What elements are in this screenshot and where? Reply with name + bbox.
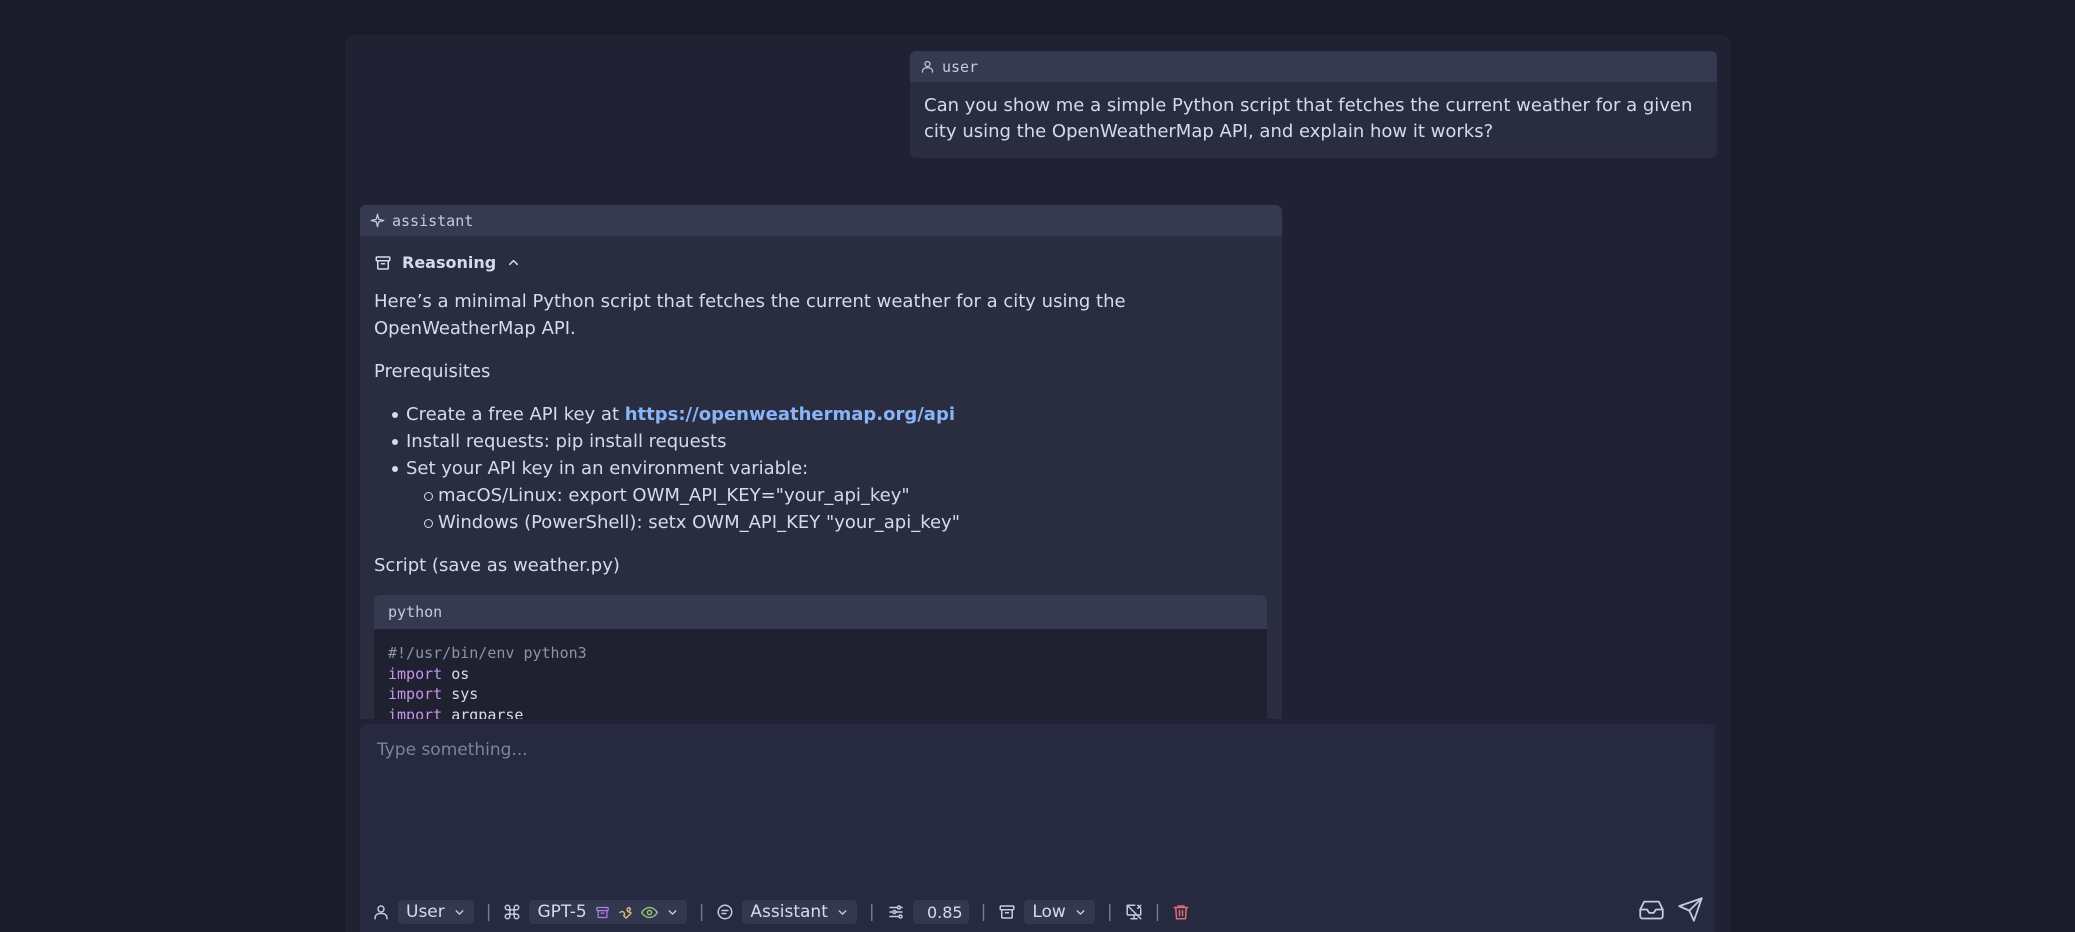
divider: | bbox=[1106, 902, 1113, 922]
reasoning-label: Reasoning bbox=[402, 253, 497, 272]
divider: | bbox=[980, 902, 987, 922]
user-icon bbox=[374, 905, 388, 920]
wrench-icon bbox=[618, 906, 632, 919]
code-line: import argparse bbox=[388, 705, 1253, 720]
archive-icon bbox=[595, 906, 609, 918]
message-list[interactable]: user Can you show me a simple Python scr… bbox=[345, 35, 1730, 719]
role-select[interactable]: User bbox=[398, 900, 474, 924]
assistant-message: assistant Reasoning Here’s a minimal Pyt… bbox=[360, 205, 1282, 719]
code-keyword: import bbox=[388, 685, 443, 703]
persona-select-value: Assistant bbox=[750, 902, 828, 922]
composer: User | GPT-5 | Assistant | 0.85 | Low bbox=[360, 724, 1715, 932]
temperature-value: 0.85 bbox=[926, 902, 963, 922]
user-message-text: Can you show me a simple Python script t… bbox=[924, 95, 1693, 142]
prerequisites-list: Create a free API key at https://openwea… bbox=[374, 401, 1268, 536]
assistant-intro: Here’s a minimal Python script that fetc… bbox=[374, 291, 1126, 339]
reasoning-effort-value: Low bbox=[1032, 902, 1066, 922]
send-icon[interactable] bbox=[1677, 896, 1704, 923]
bullet1-text: Create a free API key at bbox=[406, 404, 625, 425]
command-icon bbox=[505, 904, 520, 920]
code-module: os bbox=[442, 664, 470, 683]
user-message: user Can you show me a simple Python scr… bbox=[910, 51, 1717, 158]
code-module: argparse bbox=[442, 705, 524, 720]
persona-select[interactable]: Assistant bbox=[742, 900, 857, 924]
list-item: Create a free API key at https://openwea… bbox=[392, 401, 1268, 428]
divider: | bbox=[698, 902, 705, 922]
assistant-message-header: assistant bbox=[360, 205, 1282, 236]
user-message-header: user bbox=[910, 51, 1717, 82]
code-keyword: import bbox=[388, 664, 443, 683]
api-link[interactable]: https://openweathermap.org/api bbox=[625, 404, 955, 425]
archive-icon bbox=[999, 905, 1015, 919]
reasoning-toggle[interactable]: Reasoning bbox=[374, 249, 1268, 276]
bullet3-text: Set your API key in an environment varia… bbox=[406, 458, 809, 479]
model-select[interactable]: GPT-5 bbox=[529, 900, 687, 924]
role-select-value: User bbox=[406, 902, 445, 922]
archive-icon bbox=[375, 255, 391, 270]
script-heading: Script (save as weather.py) bbox=[374, 555, 620, 576]
sliders-icon bbox=[888, 905, 903, 919]
chevron-down-icon bbox=[1076, 909, 1085, 915]
code-content: #!/usr/bin/env python3 import os import sy… bbox=[374, 629, 1267, 719]
list-item: Set your API key in an environment varia… bbox=[392, 455, 1268, 536]
eye-icon bbox=[640, 906, 658, 918]
screen-share-off-icon[interactable] bbox=[1125, 903, 1143, 921]
list-item: macOS/Linux: export OWM_API_KEY="your_ap… bbox=[424, 482, 1268, 509]
trash-icon[interactable] bbox=[1172, 903, 1190, 921]
code-module: sys bbox=[442, 685, 479, 703]
assistant-role-label: assistant bbox=[392, 211, 474, 230]
code-line: import sys bbox=[388, 684, 1253, 705]
user-icon bbox=[921, 60, 934, 73]
chevron-down-icon bbox=[455, 909, 464, 915]
env-var-list: macOS/Linux: export OWM_API_KEY="your_ap… bbox=[406, 482, 1268, 536]
chevron-up-icon bbox=[509, 259, 519, 266]
list-item: Windows (PowerShell): setx OWM_API_KEY "… bbox=[424, 509, 1268, 536]
inbox-icon[interactable] bbox=[1638, 896, 1665, 923]
code-language-label: python bbox=[374, 595, 1267, 629]
message-circle-icon bbox=[717, 904, 733, 920]
code-line: #!/usr/bin/env python3 bbox=[388, 644, 587, 662]
composer-actions bbox=[1638, 896, 1704, 923]
model-select-value: GPT-5 bbox=[537, 902, 587, 922]
chevron-down-icon bbox=[668, 909, 677, 915]
divider: | bbox=[485, 902, 492, 922]
code-block: python #!/usr/bin/env python3 import os im… bbox=[374, 595, 1267, 719]
sparkle-icon bbox=[370, 213, 385, 228]
divider: | bbox=[1154, 902, 1161, 922]
message-input[interactable] bbox=[360, 724, 1715, 874]
code-line: import os bbox=[388, 664, 1253, 685]
prerequisites-heading: Prerequisites bbox=[374, 361, 491, 382]
code-keyword: import bbox=[388, 705, 443, 720]
reasoning-effort-select[interactable]: Low bbox=[1024, 900, 1095, 924]
chevron-down-icon bbox=[838, 909, 847, 915]
temperature-input[interactable]: 0.85 bbox=[912, 900, 969, 924]
composer-toolbar: User | GPT-5 | Assistant | 0.85 | Low | … bbox=[372, 898, 1190, 926]
user-role-label: user bbox=[942, 57, 979, 76]
divider: | bbox=[868, 902, 875, 922]
list-item: Install requests: pip install requests bbox=[392, 428, 1268, 455]
